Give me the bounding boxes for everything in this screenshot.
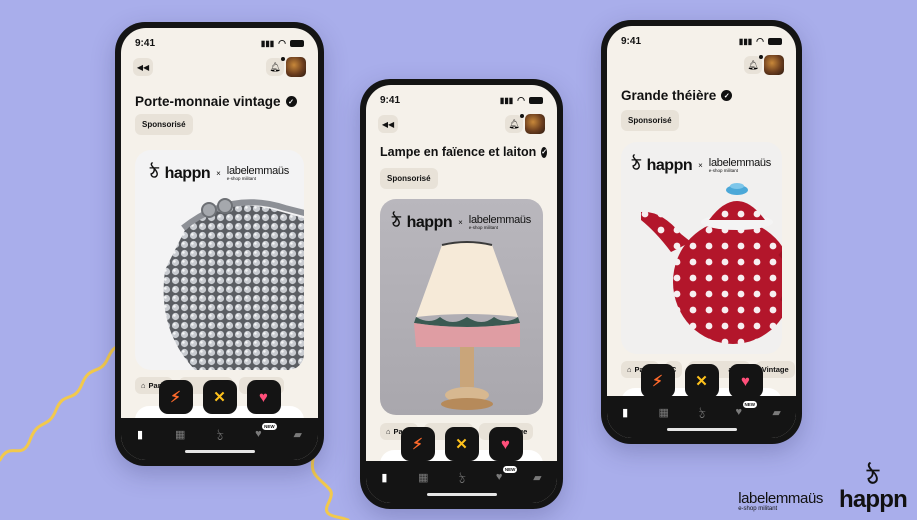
- sponsored-badge: Sponsorisé: [380, 168, 438, 189]
- wifi-icon: ◠: [756, 36, 764, 46]
- cobrand-header: ঠ happn × labelemmaüs e-shop militant: [380, 209, 543, 236]
- avatar[interactable]: [764, 55, 784, 75]
- nav-messages-icon[interactable]: ▰: [294, 428, 302, 441]
- flash-button[interactable]: ⚡︎: [400, 427, 435, 461]
- status-bar: 9:41 ▮▮▮ ◠: [135, 38, 304, 49]
- happn-logo: ঠ happn: [839, 464, 908, 513]
- phone-screen: 9:41 ▮▮▮ ◠ ◀◀ 🔔︎ Porte-monnaie vintage ✓ …: [121, 28, 318, 460]
- flash-button[interactable]: ⚡︎: [158, 380, 193, 414]
- like-button[interactable]: ♥: [246, 380, 281, 414]
- nav-likes-icon[interactable]: ♥ NEW: [736, 401, 757, 418]
- like-button[interactable]: ♥: [728, 364, 763, 398]
- happn-logo-icon: ঠ: [632, 157, 641, 174]
- verified-check-icon: ✓: [721, 90, 733, 101]
- bottom-nav: ▮ ▦ ঠ ♥ NEW ▰: [366, 461, 557, 503]
- rewind-button[interactable]: ◀◀: [378, 115, 398, 133]
- heart-icon: ♥: [501, 435, 510, 453]
- avatar[interactable]: [525, 114, 545, 134]
- action-buttons: ⚡︎ ✕ ♥: [366, 427, 557, 461]
- nav-happn-icon[interactable]: ঠ: [459, 471, 465, 490]
- status-bar: 9:41 ▮▮▮ ◠: [380, 95, 543, 106]
- phone-teapot: 9:41 ▮▮▮ ◠ 🔔︎ Grande théière ✓ Sponsorisé…: [601, 20, 802, 444]
- bottom-nav: ▮ ▦ ঠ ♥ NEW ▰: [121, 418, 318, 460]
- verified-check-icon: ✓: [541, 146, 548, 158]
- bottom-nav: ▮ ▦ ঠ ♥ NEW ▰: [607, 396, 796, 438]
- bell-icon: 🔔︎: [508, 118, 520, 129]
- close-icon: ✕: [455, 436, 468, 453]
- home-indicator: [426, 493, 497, 496]
- rewind-button[interactable]: ◀◀: [133, 58, 153, 76]
- heart-icon: ♥: [259, 388, 268, 406]
- heart-icon: ♥: [741, 372, 750, 390]
- wifi-icon: ◠: [517, 95, 525, 105]
- battery-icon: [768, 38, 782, 45]
- nav-cards-icon[interactable]: ▮: [137, 428, 143, 441]
- nav-happn-icon[interactable]: ঠ: [217, 428, 223, 447]
- clock: 9:41: [621, 36, 642, 47]
- sponsored-badge: Sponsorisé: [135, 114, 193, 135]
- signal-icon: ▮▮▮: [738, 37, 753, 46]
- signal-icon: ▮▮▮: [499, 96, 514, 105]
- action-buttons: ⚡︎ ✕ ♥: [607, 364, 796, 398]
- pass-button[interactable]: ✕: [202, 380, 237, 414]
- lightning-icon: ⚡︎: [412, 436, 423, 453]
- nav-messages-icon[interactable]: ▰: [772, 406, 780, 419]
- status-bar: 9:41 ▮▮▮ ◠: [621, 36, 782, 47]
- product-card[interactable]: ঠ happn × labelemmaüs e-shop militant: [135, 150, 304, 370]
- nav-cards-icon[interactable]: ▮: [622, 406, 628, 419]
- happn-logo-icon: ঠ: [150, 165, 159, 182]
- phone-screen: 9:41 ▮▮▮ ◠ ◀◀ 🔔︎ Lampe en faïence et lait…: [366, 85, 557, 503]
- phone-purse: 9:41 ▮▮▮ ◠ ◀◀ 🔔︎ Porte-monnaie vintage ✓ …: [115, 22, 324, 466]
- verified-check-icon: ✓: [285, 96, 297, 107]
- like-button[interactable]: ♥: [488, 427, 523, 461]
- pass-button[interactable]: ✕: [444, 427, 479, 461]
- close-icon: ✕: [695, 373, 708, 390]
- product-title: Porte-monnaie vintage ✓: [135, 94, 308, 109]
- phone-lamp: 9:41 ▮▮▮ ◠ ◀◀ 🔔︎ Lampe en faïence et lait…: [360, 79, 563, 509]
- home-indicator: [184, 450, 255, 453]
- wifi-icon: ◠: [278, 38, 286, 48]
- product-card[interactable]: ঠ happn × labelemmaüs e-shop militant: [380, 199, 543, 415]
- phone-screen: 9:41 ▮▮▮ ◠ 🔔︎ Grande théière ✓ Sponsorisé…: [607, 26, 796, 438]
- notifications-button[interactable]: 🔔︎: [505, 114, 524, 133]
- nav-cards-icon[interactable]: ▮: [381, 471, 387, 484]
- home-indicator: [666, 428, 737, 431]
- nav-grid-icon[interactable]: ▦: [418, 471, 428, 484]
- cobrand-header: ঠ happn × labelemmaüs e-shop militant: [135, 160, 304, 187]
- notifications-button[interactable]: 🔔︎: [266, 57, 285, 76]
- close-icon: ✕: [213, 389, 226, 406]
- clock: 9:41: [135, 38, 156, 49]
- flash-button[interactable]: ⚡︎: [640, 364, 675, 398]
- nav-likes-icon[interactable]: ♥ NEW: [255, 423, 277, 440]
- pass-button[interactable]: ✕: [684, 364, 719, 398]
- action-buttons: ⚡︎ ✕ ♥: [121, 380, 318, 414]
- nav-grid-icon[interactable]: ▦: [659, 406, 669, 419]
- notifications-button[interactable]: 🔔︎: [744, 55, 763, 74]
- labelemmaus-logo: labelemmaüs e-shop militant: [738, 490, 823, 512]
- lightning-icon: ⚡︎: [170, 389, 181, 406]
- nav-grid-icon[interactable]: ▦: [175, 428, 185, 441]
- avatar[interactable]: [286, 57, 306, 77]
- bell-icon: 🔔︎: [269, 61, 281, 72]
- happn-mark-icon: ঠ: [867, 464, 879, 489]
- cobrand-header: ঠ happn × labelemmaüs e-shop militant: [621, 152, 782, 179]
- bell-icon: 🔔︎: [747, 59, 759, 70]
- nav-happn-icon[interactable]: ঠ: [699, 406, 705, 425]
- clock: 9:41: [380, 95, 401, 106]
- battery-icon: [529, 97, 543, 104]
- sponsored-badge: Sponsorisé: [621, 110, 679, 131]
- nav-messages-icon[interactable]: ▰: [533, 471, 541, 484]
- product-title: Grande théière ✓: [621, 88, 786, 103]
- nav-likes-icon[interactable]: ♥ NEW: [496, 466, 518, 483]
- rewind-icon: ◀◀: [136, 62, 150, 72]
- lightning-icon: ⚡︎: [652, 373, 663, 390]
- signal-icon: ▮▮▮: [260, 39, 275, 48]
- footer-logos: labelemmaüs e-shop militant ঠ happn: [738, 464, 908, 513]
- happn-logo-icon: ঠ: [392, 214, 401, 231]
- rewind-icon: ◀◀: [381, 119, 395, 129]
- battery-icon: [290, 40, 304, 47]
- product-card[interactable]: ঠ happn × labelemmaüs e-shop militant: [621, 142, 782, 354]
- product-title: Lampe en faïence et laiton ✓: [380, 145, 548, 159]
